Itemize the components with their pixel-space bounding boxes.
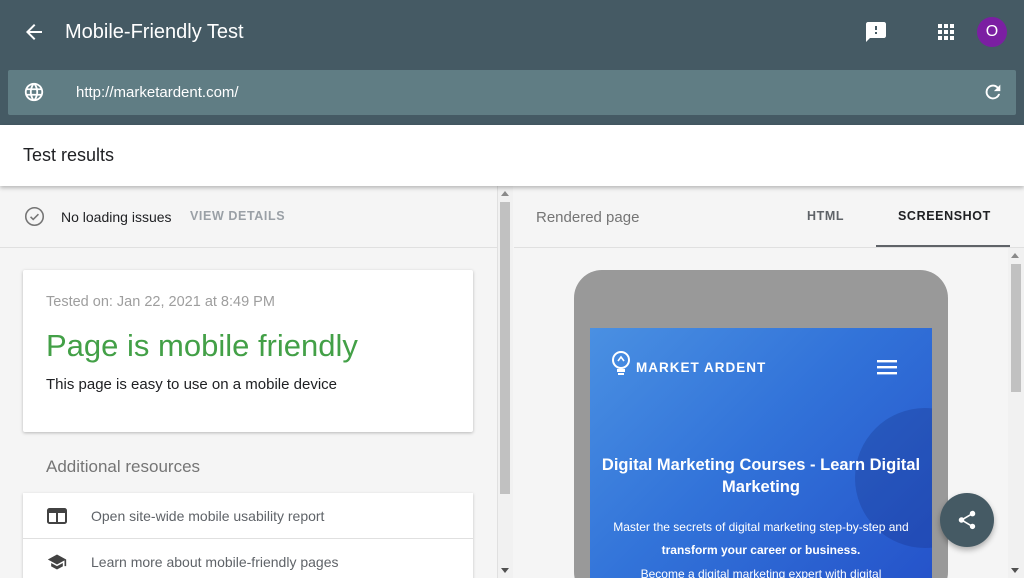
tab-html[interactable]: HTML [807, 209, 844, 223]
scroll-up-arrow-icon[interactable] [501, 191, 509, 196]
share-icon [958, 510, 976, 530]
account-avatar[interactable]: O [977, 17, 1007, 47]
rendered-screenshot: MARKET ARDENT Digital Marketing Courses … [590, 328, 932, 578]
hero-text-line: Master the secrets of digital marketing … [613, 520, 909, 534]
tab-screenshot[interactable]: SCREENSHOT [898, 209, 991, 223]
hero-text-line: transform your career or business. [661, 543, 861, 557]
scroll-up-arrow-icon[interactable] [1011, 253, 1019, 258]
app-title: Mobile-Friendly Test [65, 21, 244, 43]
results-title: Test results [23, 145, 115, 165]
brand-name: MARKET ARDENT [636, 360, 767, 375]
results-header: Test results [0, 125, 1024, 186]
verdict-heading: Page is mobile friendly [46, 328, 358, 363]
selected-tab-indicator [876, 245, 1010, 247]
resources-list: Open site-wide mobile usability report L… [23, 493, 473, 578]
resource-usability-report[interactable]: Open site-wide mobile usability report [23, 493, 473, 539]
scroll-down-arrow-icon[interactable] [501, 568, 509, 573]
hero-title: Digital Marketing Courses - Learn Digita… [601, 456, 921, 496]
lightbulb-logo-icon [610, 350, 632, 380]
rendered-page-label: Rendered page [536, 209, 640, 226]
feedback-icon[interactable] [864, 20, 888, 44]
resource-label: Open site-wide mobile usability report [91, 508, 325, 524]
globe-icon [23, 81, 45, 103]
loading-status-row: No loading issues VIEW DETAILS [0, 186, 497, 248]
scrollbar-thumb[interactable] [1011, 264, 1021, 392]
rendered-page-header: Rendered page HTML SCREENSHOT [514, 186, 1024, 248]
reload-icon[interactable] [982, 81, 1004, 103]
report-window-icon [46, 506, 68, 526]
scroll-down-arrow-icon[interactable] [1011, 568, 1019, 573]
phone-frame: MARKET ARDENT Digital Marketing Courses … [574, 270, 948, 578]
results-pane: No loading issues VIEW DETAILS Tested on… [0, 186, 497, 578]
url-input[interactable] [76, 80, 956, 105]
right-scrollbar[interactable] [1008, 248, 1024, 578]
view-details-button[interactable]: VIEW DETAILS [190, 209, 285, 223]
scrollbar-thumb[interactable] [500, 202, 510, 494]
url-bar [8, 70, 1016, 115]
result-card: Tested on: Jan 22, 2021 at 8:49 PM Page … [23, 270, 473, 432]
share-button[interactable] [940, 493, 994, 547]
back-arrow-icon[interactable] [22, 20, 48, 44]
tested-on-timestamp: Tested on: Jan 22, 2021 at 8:49 PM [46, 294, 275, 310]
check-circle-icon [24, 206, 45, 227]
left-scrollbar[interactable] [497, 186, 513, 578]
verdict-description: This page is easy to use on a mobile dev… [46, 376, 337, 393]
hero-text-line: Become a digital marketing expert with d… [640, 567, 882, 578]
app-header: Mobile-Friendly Test O [0, 0, 1024, 125]
hamburger-menu-icon [877, 360, 897, 375]
resource-learn-more[interactable]: Learn more about mobile-friendly pages [23, 539, 473, 578]
resource-label: Learn more about mobile-friendly pages [91, 554, 339, 570]
additional-resources-title: Additional resources [46, 457, 201, 476]
graduation-cap-icon [46, 552, 68, 572]
loading-status-text: No loading issues [61, 209, 172, 225]
apps-grid-icon[interactable] [934, 20, 958, 44]
